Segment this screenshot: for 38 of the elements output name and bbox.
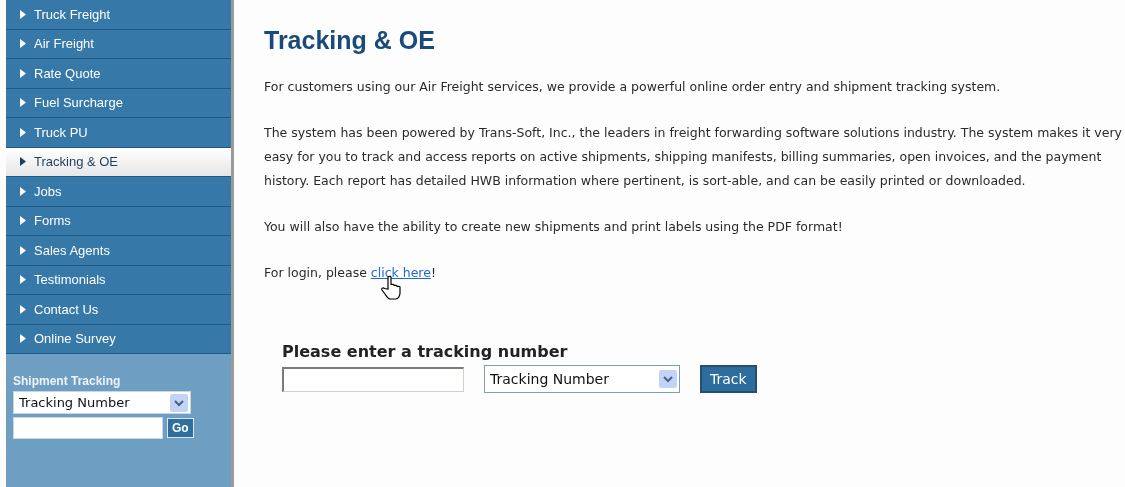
tracking-type-select[interactable]: Tracking Number — [484, 365, 680, 393]
nav-item[interactable]: Rate Quote — [6, 59, 231, 89]
nav-item[interactable]: Fuel Surcharge — [6, 88, 231, 118]
paragraph: For customers using our Air Freight services, we provide a powerful online order entry and shipment tracking system. — [264, 78, 1002, 96]
go-button[interactable]: Go — [167, 418, 194, 438]
triangle-icon — [20, 304, 26, 314]
nav-item[interactable]: Testimonials — [6, 265, 231, 295]
track-button[interactable]: Track — [700, 365, 757, 393]
tracking-type-select[interactable]: Tracking Number — [13, 391, 191, 414]
nav-item[interactable]: Online Survey — [6, 324, 231, 354]
triangle-icon — [20, 216, 26, 226]
paragraph: The system has been powered by Trans-Soft, Inc., the leaders in freight forwarding software solutions industry. The system makes it very easy for you to track and access reports on active shipments, shipping manifests, billing summaries, open invoices, and the payment history. Each report has detailed HWB information where pertinent, is sort-able, and can be easily printed or downloaded. — [264, 124, 1123, 190]
triangle-icon — [20, 68, 26, 78]
nav-item[interactable]: Sales Agents — [6, 236, 231, 266]
triangle-icon — [20, 127, 26, 137]
login-sentence: For login, please click here! — [264, 264, 437, 282]
nav-item[interactable]: Truck Freight — [6, 0, 231, 30]
tracking-number-field[interactable] — [282, 366, 464, 392]
triangle-icon — [20, 39, 26, 49]
page-title: Tracking & OE — [264, 26, 436, 55]
triangle-icon — [20, 9, 26, 19]
triangle-icon — [20, 245, 26, 255]
triangle-icon — [20, 334, 26, 344]
tracking-number-field[interactable] — [13, 417, 163, 439]
triangle-icon — [20, 157, 26, 167]
nav-item[interactable]: Tracking & OE — [6, 147, 231, 177]
section-title: Shipment Tracking — [13, 374, 122, 388]
nav-item[interactable]: Truck PU — [6, 118, 231, 148]
nav-item[interactable]: Air Freight — [6, 29, 231, 59]
nav-item[interactable]: Forms — [6, 206, 231, 236]
nav-item[interactable]: Jobs — [6, 177, 231, 207]
login-link[interactable]: click here — [370, 265, 431, 280]
triangle-icon — [20, 98, 26, 108]
triangle-icon — [20, 275, 26, 285]
paragraph: You will also have the ability to create new shipments and print labels using the PDF format! — [264, 218, 844, 236]
form-title: Please enter a tracking number — [282, 342, 569, 361]
nav-item[interactable]: Contact Us — [6, 295, 231, 325]
triangle-icon — [20, 186, 26, 196]
